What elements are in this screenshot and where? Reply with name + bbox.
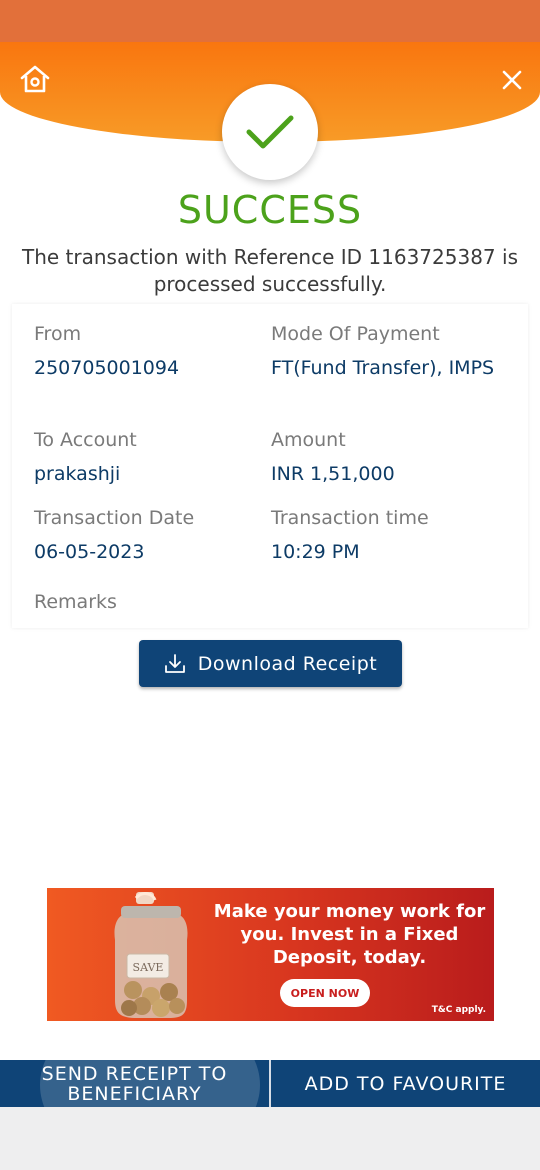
download-receipt-label: Download Receipt [197,652,378,675]
detail-label: To Account [34,429,137,451]
open-now-button[interactable]: OPEN NOW [280,979,370,1007]
close-icon[interactable] [498,66,526,94]
fixed-deposit-ad-banner[interactable]: SAVE Make your money work for you. Inves… [47,888,494,1021]
detail-transaction-time: Transaction time 10:29 PM [271,506,511,566]
detail-value: INR 1,51,000 [271,463,395,485]
detail-value: 06-05-2023 [34,541,145,563]
detail-remarks: Remarks [34,590,264,623]
detail-from: From 250705001094 [34,322,264,382]
detail-label: From [34,323,82,345]
detail-label: Transaction time [271,507,429,529]
detail-value: 250705001094 [34,357,180,379]
savings-jar-image [114,892,188,1018]
transaction-success-screen: SUCCESS The transaction with Reference I… [0,0,540,1170]
download-receipt-button[interactable]: Download Receipt [139,640,402,687]
success-message: The transaction with Reference ID 116372… [22,245,518,296]
status-bar [0,0,540,42]
detail-transaction-date: Transaction Date 06-05-2023 [34,506,264,566]
detail-amount: Amount INR 1,51,000 [271,428,511,488]
detail-label: Transaction Date [34,507,195,529]
download-icon [164,653,185,673]
detail-value: prakashji [34,463,121,485]
send-receipt-button[interactable]: SEND RECEIPT TO BENEFICIARY [0,1060,269,1107]
detail-label: Mode Of Payment [271,323,440,345]
detail-value: 10:29 PM [271,541,360,563]
add-to-favourite-button[interactable]: ADD TO FAVOURITE [271,1060,540,1107]
banner-headline: Make your money work for you. Invest in … [213,901,486,968]
detail-to-account: To Account prakashji [34,428,264,488]
transaction-details-card: From 250705001094 Mode Of Payment FT(Fun… [12,304,528,628]
system-nav-area [0,1107,540,1170]
banner-terms: T&C apply. [431,1005,486,1015]
jar-label: SAVE [132,961,164,974]
detail-mode-of-payment: Mode Of Payment FT(Fund Transfer), IMPS [271,322,511,382]
success-check-badge [222,84,318,180]
success-title: SUCCESS [177,188,363,232]
detail-value: FT(Fund Transfer), IMPS [271,357,495,379]
bottom-action-bar: SEND RECEIPT TO BENEFICIARY ADD TO FAVOU… [0,1060,540,1107]
detail-label: Remarks [34,591,117,613]
checkmark-icon [246,115,294,149]
home-icon[interactable] [18,62,52,96]
detail-label: Amount [271,429,346,451]
